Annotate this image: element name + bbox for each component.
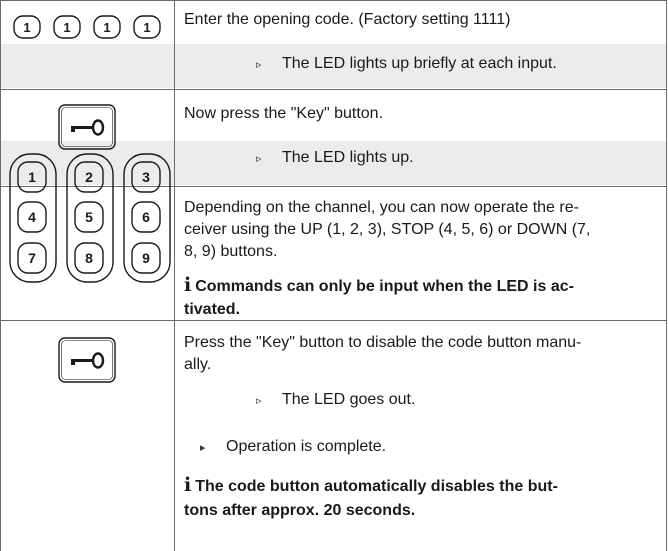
keypad-digit: 9	[142, 250, 150, 266]
result-text: The LED goes out.	[282, 391, 416, 408]
result-text: The LED lights up briefly at each input.	[282, 55, 557, 72]
keypad-digit: 5	[85, 209, 93, 225]
instruction-line: Depending on the channel, you can now op…	[184, 199, 579, 216]
outcome-text: Operation is complete.	[226, 438, 387, 455]
keypad-digit: 4	[28, 209, 36, 225]
instruction-line: 8, 9) buttons.	[184, 243, 278, 260]
divider	[0, 0, 667, 1]
keypad-digit: 7	[28, 250, 36, 266]
code-digit: 1	[63, 20, 70, 35]
instruction-line: ceiver using the UP (1, 2, 3), STOP (4, …	[184, 221, 591, 238]
info-icon: i	[184, 274, 192, 296]
instruction-table: 1 1 1 1 Enter the opening code. (Factory…	[0, 0, 667, 551]
divider	[0, 89, 667, 90]
key-button-icon	[58, 337, 116, 383]
instruction-text: Enter the opening code. (Factory setting…	[184, 11, 511, 28]
note-line: tons after approx. 20 seconds.	[184, 502, 416, 519]
result-text: The LED lights up.	[282, 149, 414, 166]
info-note: i The code button automatically disables …	[184, 473, 656, 523]
result-marker-icon: ▹	[256, 59, 262, 71]
code-digit: 1	[143, 20, 150, 35]
note-line: tivated.	[184, 301, 241, 318]
outcome-marker-icon: ▸	[200, 442, 206, 454]
instruction-text: Press the "Key" button to disable the co…	[184, 332, 656, 376]
keypad-digit: 8	[85, 250, 93, 266]
info-icon: i	[184, 474, 192, 496]
keypad-digit: 6	[142, 209, 150, 225]
code-digit: 1	[103, 20, 110, 35]
keypad-digit: 1	[28, 169, 36, 185]
code-digit: 1	[23, 20, 30, 35]
divider	[0, 0, 1, 551]
key-button-icon	[58, 104, 116, 150]
result-marker-icon: ▹	[256, 153, 262, 165]
instruction-line: Press the "Key" button to disable the co…	[184, 334, 582, 351]
keypad-digit: 3	[142, 169, 150, 185]
note-line: Commands can only be input when the LED …	[195, 278, 574, 295]
instruction-text: Now press the "Key" button.	[184, 105, 384, 122]
note-line: The code button automatically disables t…	[195, 478, 558, 495]
divider	[666, 0, 667, 551]
code-keys-icon: 1 1 1 1	[13, 15, 161, 39]
result-marker-icon: ▹	[256, 395, 262, 407]
info-note: i Commands can only be input when the LED…	[184, 274, 656, 321]
instruction-text: Depending on the channel, you can now op…	[184, 197, 656, 263]
instruction-line: ally.	[184, 356, 212, 373]
keypad-digit: 2	[85, 169, 93, 185]
keypad-icon: 1 4 7 2 5 8 3 6 9	[9, 153, 171, 283]
